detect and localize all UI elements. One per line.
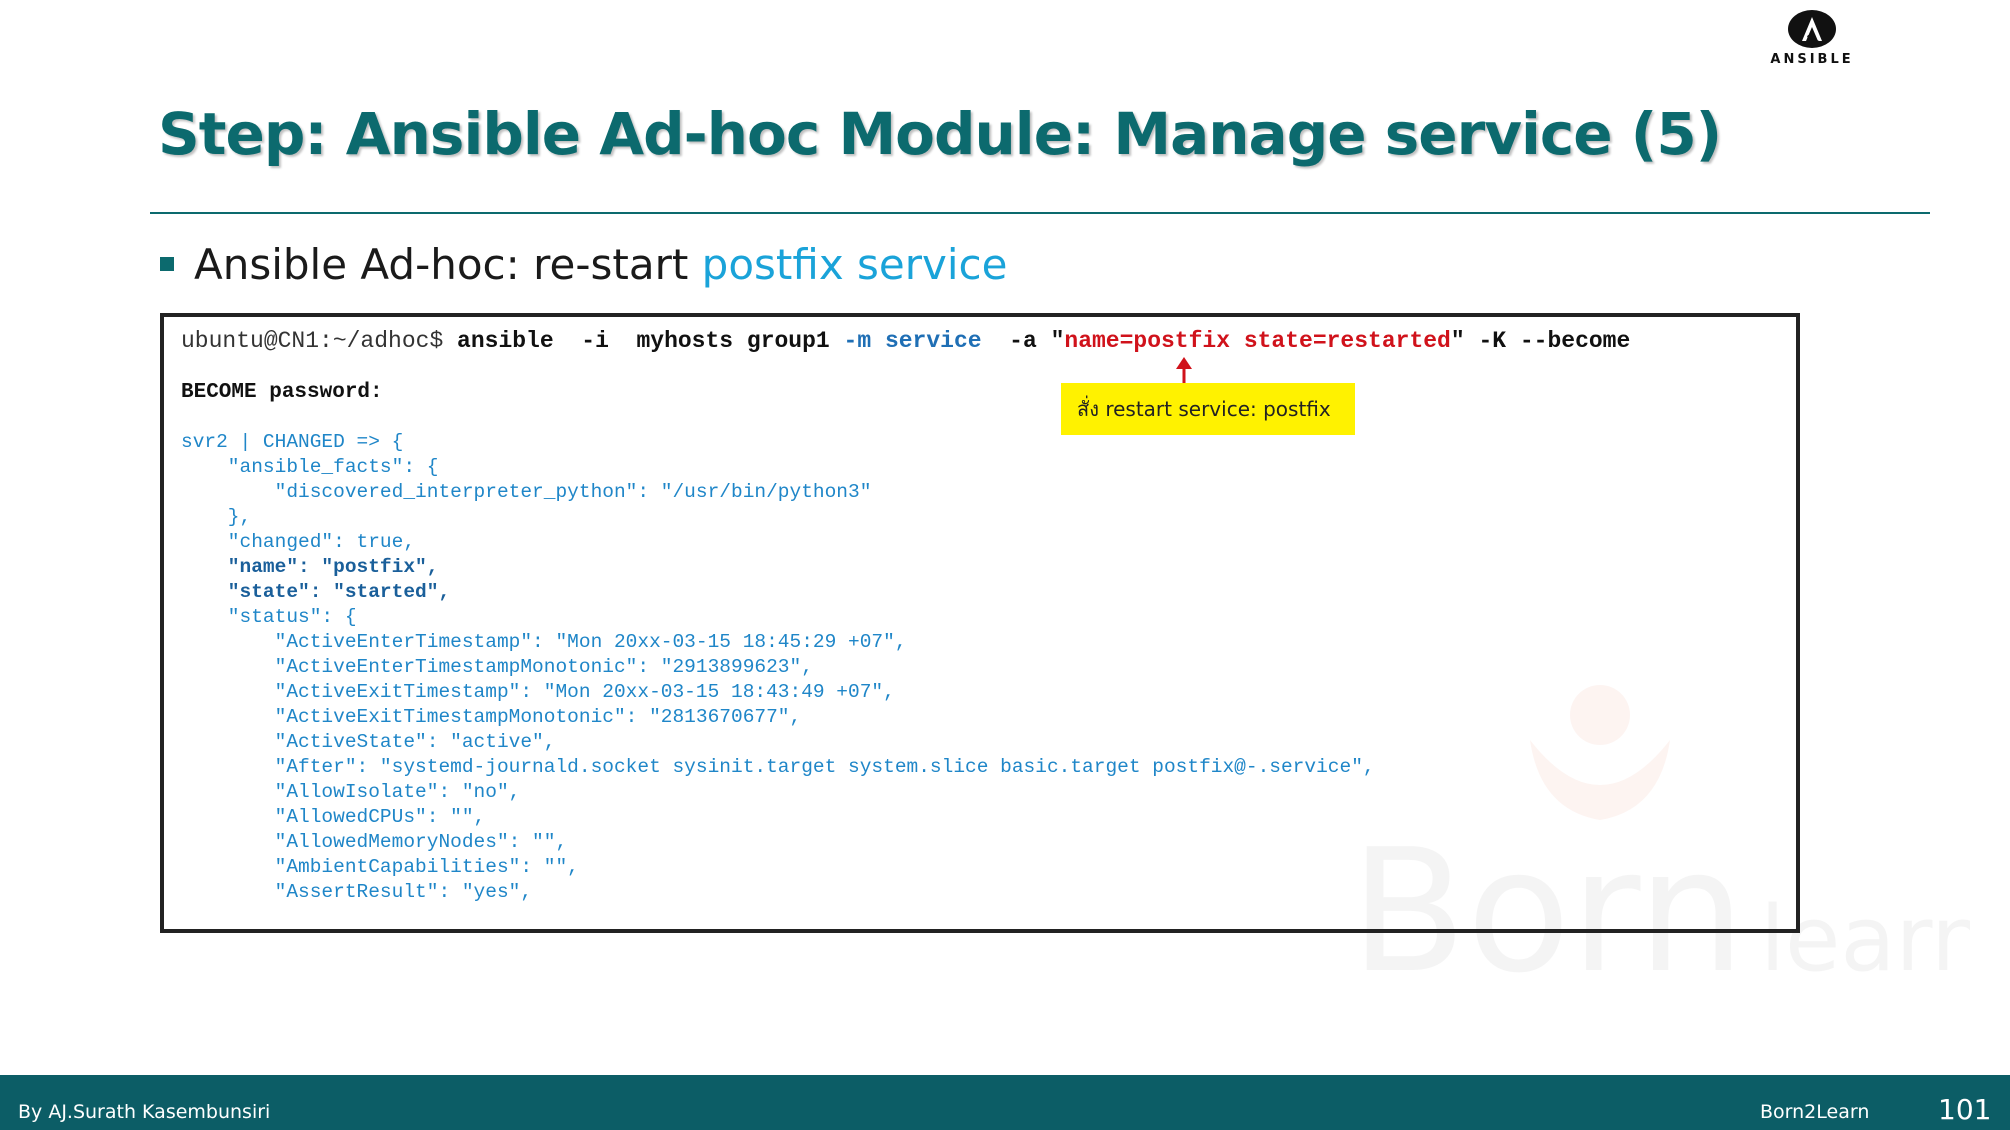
shell-prompt: ubuntu@CN1:~/adhoc$ [181, 328, 458, 354]
status-line: "AllowIsolate": "no", [181, 781, 521, 803]
status-line: "ActiveExitTimestampMonotonic": "2813670… [181, 706, 802, 728]
footer-brand: Born2Learn [1760, 1101, 1870, 1123]
command-flag-m: -m [843, 328, 885, 354]
command-args: name=postfix state=restarted [1064, 328, 1451, 354]
ansible-logo: ANSIBLE [1762, 10, 1862, 67]
output-line: "status": { [181, 606, 357, 628]
page-number: 101 [1938, 1093, 1992, 1126]
slide-title: Step: Ansible Ad-hoc Module: Manage serv… [158, 100, 1722, 168]
command-module-service: service [884, 328, 982, 354]
ansible-logo-text: ANSIBLE [1770, 52, 1854, 67]
callout-note: สั่ง restart service: postfix [1061, 383, 1355, 435]
become-password-prompt: BECOME password: [181, 381, 383, 404]
terminal-output-box: ubuntu@CN1:~/adhoc$ ansible -i myhosts g… [160, 313, 1800, 933]
title-divider [150, 212, 1930, 214]
output-line: "changed": true, [181, 531, 416, 553]
ansible-a-icon [1788, 10, 1836, 48]
command-text: ansible -i myhosts group1 [457, 328, 844, 354]
output-line-state: "state": "started", [181, 581, 451, 603]
footer-bar: By AJ.Surath Kasembunsiri Born2Learn 101 [0, 1075, 2010, 1130]
footer-author: By AJ.Surath Kasembunsiri [18, 1101, 271, 1123]
status-line: "AllowedMemoryNodes": "", [181, 831, 568, 853]
bullet-text-highlight: postfix service [701, 240, 1008, 289]
status-line: "After": "systemd-journald.socket sysini… [181, 756, 1375, 778]
bullet-item: Ansible Ad-hoc: re-start postfix service [160, 240, 1007, 289]
terminal-code: ubuntu@CN1:~/adhoc$ ansible -i myhosts g… [181, 327, 1630, 905]
output-line: "ansible_facts": { [181, 456, 439, 478]
bullet-text: Ansible Ad-hoc: re-start postfix service [194, 240, 1007, 289]
command-text-a: -a " [981, 328, 1065, 354]
output-line-name: "name": "postfix", [181, 556, 439, 578]
status-line: "ActiveEnterTimestampMonotonic": "291389… [181, 656, 813, 678]
status-line: "ActiveExitTimestamp": "Mon 20xx-03-15 1… [181, 681, 895, 703]
output-line: "discovered_interpreter_python": "/usr/b… [181, 481, 872, 503]
bullet-text-main: Ansible Ad-hoc: re-start [194, 240, 702, 289]
status-line: "AllowedCPUs": "", [181, 806, 486, 828]
status-line: "ActiveEnterTimestamp": "Mon 20xx-03-15 … [181, 631, 907, 653]
status-line: "AmbientCapabilities": "", [181, 856, 579, 878]
bullet-square-icon [160, 257, 174, 271]
command-line: ubuntu@CN1:~/adhoc$ ansible -i myhosts g… [181, 328, 1630, 354]
command-text-end: " -K --become [1450, 328, 1631, 354]
status-line: "ActiveState": "active", [181, 731, 556, 753]
output-line: svr2 | CHANGED => { [181, 431, 404, 453]
output-line: }, [181, 506, 252, 528]
status-line: "AssertResult": "yes", [181, 881, 533, 903]
